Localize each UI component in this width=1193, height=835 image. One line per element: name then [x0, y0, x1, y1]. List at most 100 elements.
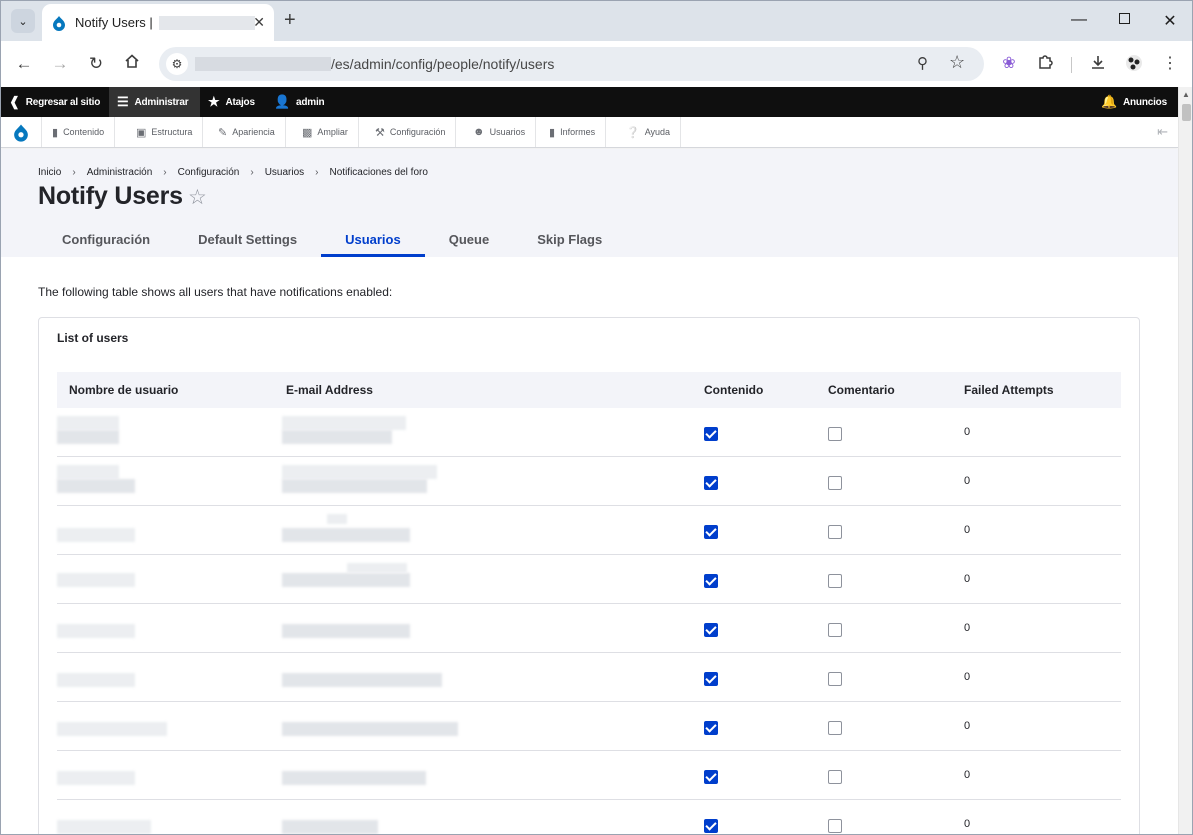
comment-checkbox[interactable]	[828, 476, 842, 490]
favorite-star-icon[interactable]: ☆	[188, 185, 207, 210]
redacted-email	[282, 820, 378, 834]
content-checkbox[interactable]	[704, 770, 718, 784]
tab-title-redacted	[158, 15, 255, 30]
users-panel: List of users Nombre de usuario E-mail A…	[38, 317, 1140, 834]
maximize-button[interactable]	[1114, 11, 1134, 29]
column-header-username[interactable]: Nombre de usuario	[69, 383, 178, 397]
browser-toolbar: ← → ↻ ⚙ /es/admin/config/people/notify/u…	[1, 41, 1192, 87]
forward-button[interactable]: →	[49, 53, 71, 75]
breadcrumb-separator-icon: ›	[163, 167, 167, 178]
comment-checkbox[interactable]	[828, 672, 842, 686]
failed-attempts-value: 0	[964, 524, 971, 536]
content-checkbox[interactable]	[704, 476, 718, 490]
announcements-label: Anuncios	[1123, 96, 1167, 108]
redacted-email	[282, 722, 458, 736]
redacted-email	[282, 624, 410, 638]
content-checkbox[interactable]	[704, 427, 718, 441]
tab-default-settings[interactable]: Default Settings	[174, 222, 321, 257]
site-info-icon[interactable]: ⚙	[166, 53, 188, 75]
shortcuts-tab[interactable]: ★ Atajos	[208, 87, 255, 117]
table-row: 0	[57, 555, 1121, 604]
back-button[interactable]: ←	[13, 53, 35, 75]
content-checkbox[interactable]	[704, 574, 718, 588]
redacted-username	[57, 479, 135, 493]
profile-avatar[interactable]	[1123, 54, 1145, 78]
scroll-up-icon[interactable]: ▲	[1182, 90, 1190, 99]
bar-chart-icon: ▮	[549, 126, 556, 139]
breadcrumb-link[interactable]: Notificaciones del foro	[330, 167, 428, 178]
comment-checkbox[interactable]	[828, 623, 842, 637]
collapse-tray-icon[interactable]: ⇤	[1157, 124, 1168, 140]
breadcrumb-separator-icon: ›	[315, 167, 319, 178]
breadcrumb-link[interactable]: Administración	[87, 167, 153, 178]
column-header-failed-attempts: Failed Attempts	[964, 383, 1054, 397]
redacted-email	[282, 416, 406, 430]
column-header-email[interactable]: E-mail Address	[286, 383, 373, 397]
tray-item-people[interactable]: ☻ Usuarios	[463, 117, 537, 147]
comment-checkbox[interactable]	[828, 525, 842, 539]
tab-usuarios[interactable]: Usuarios	[321, 222, 425, 257]
wrench-icon: ⚒	[375, 126, 385, 139]
scrollbar-thumb[interactable]	[1182, 104, 1191, 121]
star-icon: ★	[208, 94, 220, 109]
breadcrumb-link[interactable]: Usuarios	[265, 167, 304, 178]
address-bar[interactable]: ⚙ /es/admin/config/people/notify/users ⚲…	[159, 47, 984, 81]
breadcrumb-link[interactable]: Configuración	[178, 167, 240, 178]
zoom-icon[interactable]: ⚲	[917, 54, 928, 72]
announcements-tab[interactable]: 🔔 Anuncios	[1101, 87, 1167, 117]
redacted-email	[282, 673, 442, 687]
comment-checkbox[interactable]	[828, 770, 842, 784]
content-checkbox[interactable]	[704, 623, 718, 637]
table-row: 0	[57, 506, 1121, 555]
comment-checkbox[interactable]	[828, 574, 842, 588]
browser-menu-icon[interactable]: ⋮	[1159, 54, 1181, 74]
user-tab[interactable]: 👤 admin	[274, 87, 325, 117]
tray-item-label: Ayuda	[644, 127, 671, 137]
content-checkbox[interactable]	[704, 672, 718, 686]
browser-tab[interactable]: Notify Users | ✕	[42, 4, 274, 41]
comment-checkbox[interactable]	[828, 721, 842, 735]
breadcrumb-separator-icon: ›	[72, 167, 76, 178]
page-scrollbar[interactable]: ▲	[1178, 87, 1192, 834]
comment-checkbox[interactable]	[828, 427, 842, 441]
extensions-puzzle-icon[interactable]	[1034, 54, 1056, 76]
tray-item-help[interactable]: ❔ Ayuda	[616, 117, 682, 147]
manage-tab[interactable]: ☰ Administrar	[109, 87, 200, 117]
tab-configuracion[interactable]: Configuración	[38, 222, 174, 257]
tray-item-configuration[interactable]: ⚒ Configuración	[365, 117, 457, 147]
tab-close-icon[interactable]: ✕	[253, 14, 265, 31]
content-checkbox[interactable]	[704, 525, 718, 539]
back-arrow-circle-icon: ❰	[9, 94, 20, 109]
download-icon[interactable]	[1087, 54, 1109, 76]
breadcrumb-link[interactable]: Inicio	[38, 167, 61, 178]
back-to-site-label: Regresar al sitio	[25, 96, 101, 108]
toolbar-divider	[1071, 57, 1072, 73]
content-checkbox[interactable]	[704, 819, 718, 833]
panel-title: List of users	[57, 331, 129, 345]
reload-button[interactable]: ↻	[85, 53, 107, 75]
manage-label: Administrar	[134, 96, 189, 108]
new-tab-button[interactable]: +	[284, 10, 296, 30]
minimize-button[interactable]: —	[1069, 11, 1089, 29]
tab-skip-flags[interactable]: Skip Flags	[513, 222, 626, 257]
close-window-button[interactable]: ✕	[1160, 11, 1180, 31]
tab-queue[interactable]: Queue	[425, 222, 513, 257]
redacted-username	[57, 771, 135, 785]
breadcrumb-separator-icon: ›	[250, 167, 254, 178]
tray-item-appearance[interactable]: ✎ Apariencia	[208, 117, 286, 147]
drupal-logo[interactable]	[1, 117, 42, 147]
tray-item-reports[interactable]: ▮ Informes	[539, 117, 607, 147]
redacted-email	[282, 573, 410, 587]
tab-search-button[interactable]: ⌄	[11, 9, 35, 33]
bookmark-star-icon[interactable]: ☆	[949, 52, 965, 73]
tray-item-extend[interactable]: ▩ Ampliar	[292, 117, 359, 147]
back-to-site-link[interactable]: ❰ Regresar al sitio	[1, 87, 108, 117]
home-button[interactable]	[121, 53, 143, 75]
content-checkbox[interactable]	[704, 721, 718, 735]
redacted-username	[57, 528, 135, 542]
comment-checkbox[interactable]	[828, 819, 842, 833]
extension-flower-icon[interactable]: ❀	[998, 54, 1020, 74]
tray-item-content[interactable]: ▮ Contenido	[42, 117, 116, 147]
tray-item-structure[interactable]: ▣ Estructura	[126, 117, 204, 147]
page-content: The following table shows all users that…	[1, 257, 1178, 834]
